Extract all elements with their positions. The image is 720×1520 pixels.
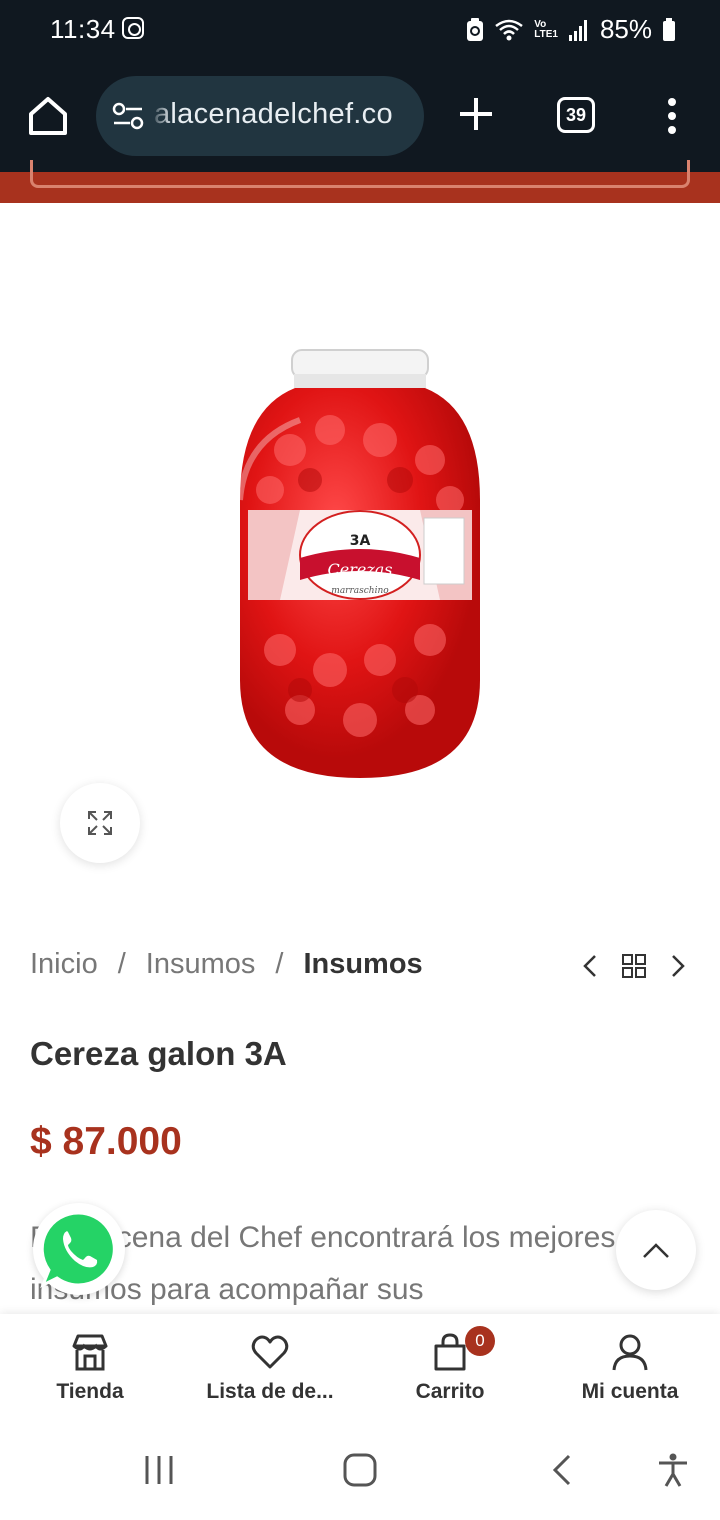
- nav-label: Tienda: [56, 1380, 124, 1403]
- product-title: Cereza galon 3A: [30, 1035, 287, 1072]
- tab-switcher-button[interactable]: 39: [557, 97, 595, 133]
- nav-label: Mi cuenta: [581, 1380, 679, 1403]
- scroll-to-top-button[interactable]: [616, 1210, 696, 1290]
- jar-sublabel-text: marraschino: [331, 586, 389, 596]
- heart-icon: [251, 1335, 289, 1369]
- accessibility-icon[interactable]: [656, 1452, 690, 1488]
- home-system-icon[interactable]: [342, 1452, 378, 1488]
- network-label: Vo LTE1: [534, 18, 558, 40]
- expand-icon: [88, 811, 112, 835]
- breadcrumb-home[interactable]: Inicio: [30, 948, 98, 981]
- status-bar: 11:34 Vo LTE1 85%: [0, 0, 720, 60]
- zoom-image-button[interactable]: [60, 783, 140, 863]
- user-icon: [612, 1334, 648, 1371]
- carrier-tag: Vo: [534, 18, 547, 30]
- battery-saver-icon: [467, 17, 484, 41]
- wifi-icon: [495, 19, 523, 40]
- jar-label-text: Cerezas: [327, 560, 392, 579]
- whatsapp-button[interactable]: [33, 1203, 125, 1295]
- prev-product-icon[interactable]: [578, 952, 602, 980]
- network-type: LTE1: [534, 28, 558, 40]
- home-icon[interactable]: [26, 94, 70, 138]
- next-product-icon[interactable]: [666, 952, 690, 980]
- whatsapp-icon: [40, 1211, 116, 1289]
- jar-brand-text: 3A: [350, 533, 371, 549]
- status-time: 11:34: [50, 14, 116, 44]
- breadcrumb-separator: /: [117, 948, 126, 980]
- cart-count-badge: 0: [465, 1326, 495, 1356]
- header-search-box[interactable]: [30, 160, 690, 188]
- chevron-up-icon: [643, 1243, 669, 1258]
- nav-item-wishlist[interactable]: Lista de de...: [180, 1314, 360, 1424]
- nav-item-store[interactable]: Tienda: [0, 1314, 180, 1424]
- nav-label: Lista de de...: [206, 1380, 334, 1403]
- cart-icon: [434, 1333, 466, 1371]
- status-indicators: Vo LTE1 85%: [466, 14, 676, 45]
- product-price: $ 87.000: [30, 1120, 182, 1163]
- system-nav-bar: [0, 1424, 720, 1520]
- new-tab-icon[interactable]: [456, 94, 496, 134]
- battery-icon: [663, 17, 675, 41]
- battery-percent: 85%: [599, 14, 652, 44]
- breadcrumb-category[interactable]: Insumos: [146, 948, 256, 981]
- signal-icon: [568, 19, 587, 41]
- instagram-icon: [122, 17, 144, 39]
- breadcrumb: Inicio / Insumos / Insumos: [30, 948, 423, 981]
- site-settings-icon[interactable]: [112, 102, 144, 130]
- grid-icon[interactable]: [620, 952, 648, 980]
- recent-apps-icon[interactable]: [142, 1452, 176, 1488]
- site-header: [0, 160, 720, 203]
- nav-item-account[interactable]: Mi cuenta: [540, 1314, 720, 1424]
- back-icon[interactable]: [548, 1452, 576, 1488]
- url-fade: [150, 76, 172, 156]
- nav-label: Carrito: [415, 1380, 485, 1403]
- nav-item-cart[interactable]: 0 Carrito: [360, 1314, 540, 1424]
- breadcrumb-current: Insumos: [303, 948, 423, 980]
- url-text: alacenadelchef.co: [154, 98, 393, 130]
- browser-toolbar: alacenadelchef.co 39: [0, 60, 720, 172]
- url-bar[interactable]: alacenadelchef.co: [96, 76, 424, 156]
- more-menu-icon[interactable]: [660, 96, 684, 136]
- product-navigation: [578, 952, 690, 980]
- store-icon: [72, 1334, 108, 1371]
- breadcrumb-separator: /: [275, 948, 284, 980]
- product-image[interactable]: Cerezas 3A marraschino: [200, 340, 520, 790]
- bottom-nav: Tienda Lista de de... 0 Carrito Mi cuent…: [0, 1314, 720, 1424]
